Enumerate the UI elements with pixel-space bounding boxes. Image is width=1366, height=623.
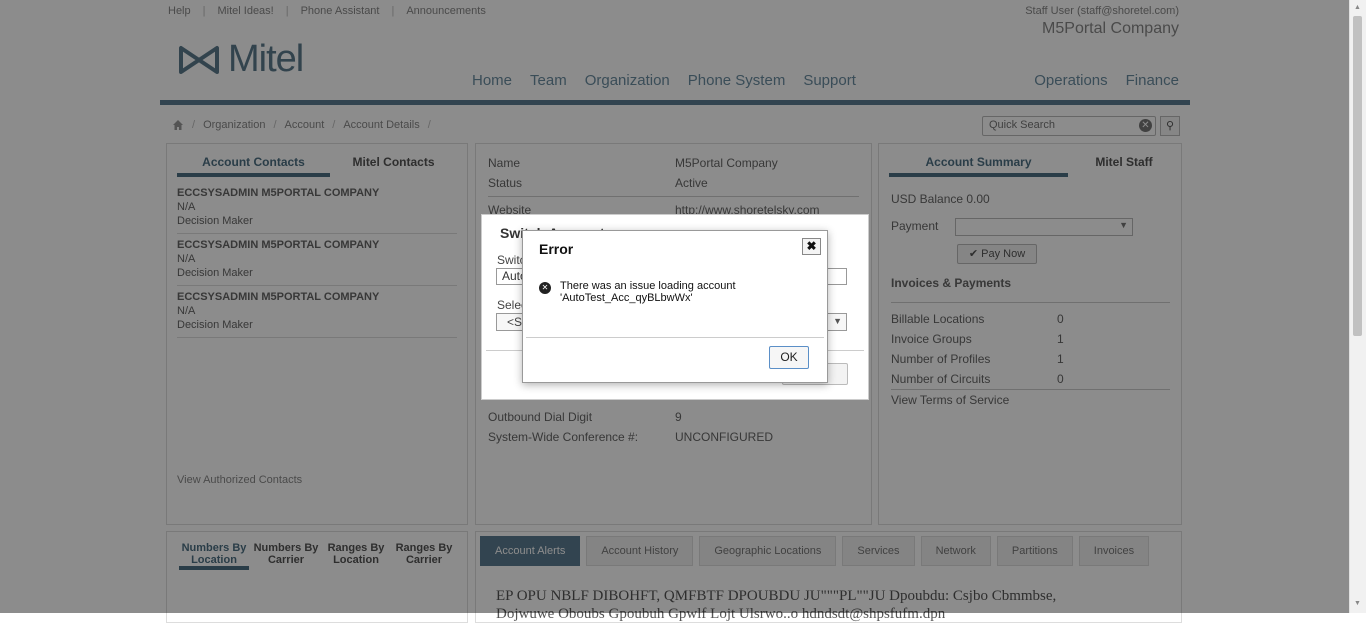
error-message-line1: There was an issue loading account bbox=[560, 280, 736, 292]
scroll-up-icon[interactable]: ▲ bbox=[1354, 4, 1361, 11]
error-title: Error bbox=[539, 241, 574, 257]
ok-label: OK bbox=[780, 350, 798, 364]
error-message-line2: 'AutoTest_Acc_qyBLbwWx' bbox=[560, 292, 693, 304]
page-scrollbar[interactable]: ▲ ▼ bbox=[1349, 0, 1366, 613]
error-dialog: Error ✖ ✕ There was an issue loading acc… bbox=[522, 230, 828, 383]
scrollbar-thumb[interactable] bbox=[1353, 16, 1362, 336]
account-select-value: <S bbox=[507, 315, 523, 329]
close-icon: ✖ bbox=[806, 239, 817, 253]
scroll-down-icon[interactable]: ▼ bbox=[1354, 600, 1361, 607]
ok-button[interactable]: OK bbox=[769, 346, 809, 369]
error-icon: ✕ bbox=[539, 282, 551, 294]
divider bbox=[526, 337, 824, 338]
error-message: There was an issue loading account 'Auto… bbox=[560, 280, 736, 304]
close-button[interactable]: ✖ bbox=[802, 238, 821, 255]
chevron-down-icon: ▼ bbox=[833, 316, 842, 326]
